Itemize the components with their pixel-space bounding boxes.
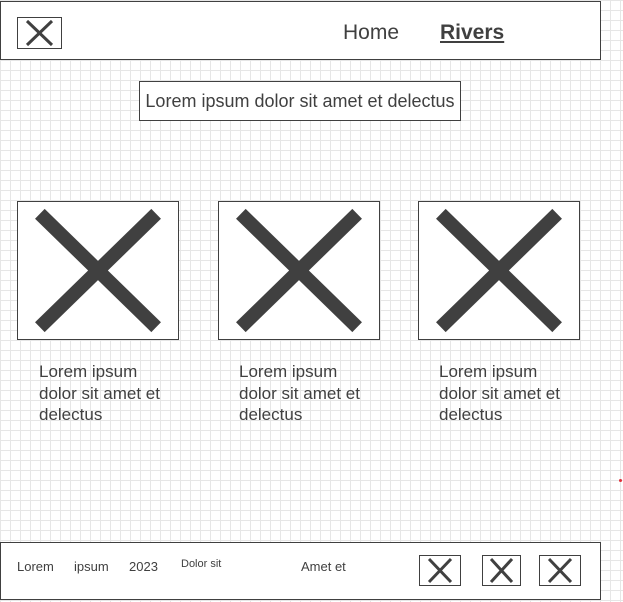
nav-link-rivers[interactable]: Rivers [440, 21, 504, 45]
footer-item-year: 2023 [129, 559, 158, 574]
footer-item-dolor: Dolor sit [181, 558, 222, 570]
marker-dot [619, 479, 622, 482]
nav-link-home[interactable]: Home [343, 21, 399, 45]
footer-item-lorem: Lorem [17, 559, 54, 574]
header-bar: Home Rivers [0, 1, 601, 60]
footer-placeholder-icon-3[interactable] [539, 555, 581, 586]
card-2-text: Lorem ipsum dolor sit amet et delectus [239, 362, 360, 424]
page-headline: Lorem ipsum dolor sit amet et delectus [139, 81, 461, 121]
logo-placeholder-icon[interactable] [17, 17, 62, 49]
card-image-1-placeholder-icon [17, 201, 179, 340]
card-1-text: Lorem ipsum dolor sit amet et delectus [39, 362, 160, 424]
card-image-3-placeholder-icon [418, 201, 580, 340]
footer-bar: Lorem ipsum 2023 Dolor sit Amet et [0, 542, 601, 600]
footer-placeholder-icon-1[interactable] [419, 555, 461, 586]
footer-placeholder-icon-2[interactable] [482, 555, 521, 586]
footer-item-ipsum: ipsum [74, 559, 109, 574]
card-3-text: Lorem ipsum dolor sit amet et delectus [439, 362, 560, 424]
footer-item-amet: Amet et [301, 559, 346, 574]
card-image-2-placeholder-icon [218, 201, 380, 340]
